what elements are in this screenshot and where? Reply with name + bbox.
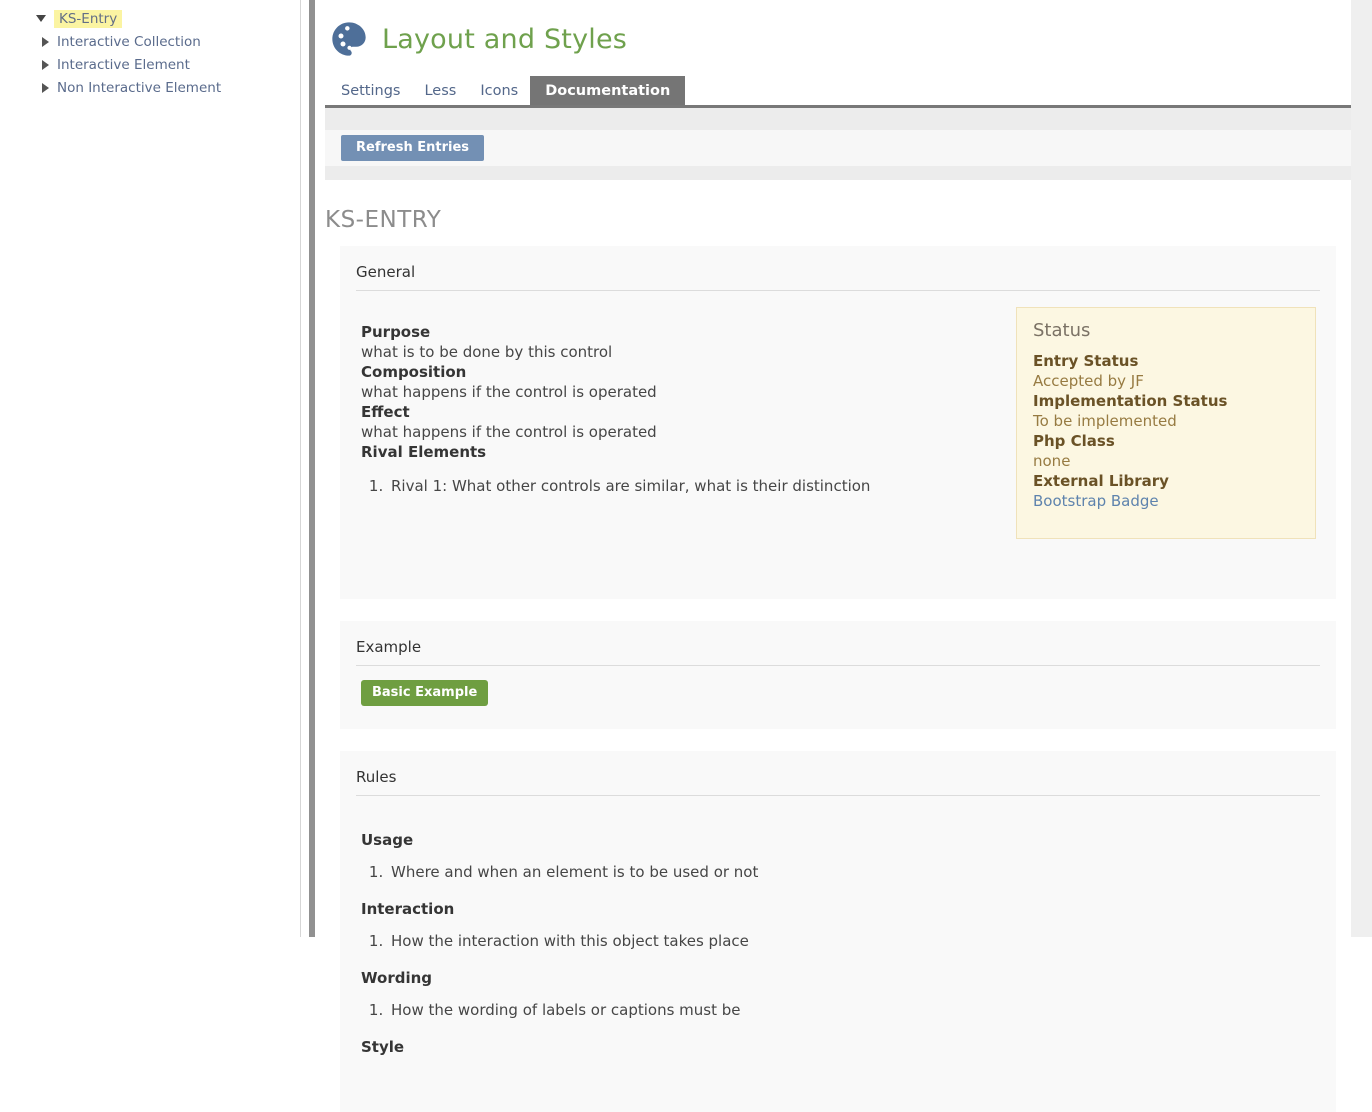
entry-section-title: KS-ENTRY bbox=[325, 207, 1351, 233]
rules-panel: Rules Usage Where and when an element is… bbox=[340, 751, 1336, 1112]
caret-right-icon[interactable] bbox=[42, 60, 49, 70]
rule-value-interaction: How the interaction with this object tak… bbox=[361, 931, 1320, 951]
example-panel-heading: Example bbox=[356, 638, 1320, 656]
tree-item-label[interactable]: KS-Entry bbox=[54, 10, 122, 28]
palette-icon bbox=[329, 19, 369, 59]
interaction-rule-list: How the interaction with this object tak… bbox=[361, 931, 1320, 951]
tab-settings[interactable]: Settings bbox=[329, 78, 412, 105]
usage-rule-list: Where and when an element is to be used … bbox=[361, 862, 1320, 882]
rules-panel-heading: Rules bbox=[356, 768, 1320, 786]
tree-item-label[interactable]: Interactive Collection bbox=[57, 34, 201, 50]
rule-item: Where and when an element is to be used … bbox=[388, 862, 1320, 882]
status-value-php-class: none bbox=[1033, 451, 1299, 471]
rule-label-style: Style bbox=[361, 1037, 1320, 1057]
sidebar: KS-Entry Interactive Collection Interact… bbox=[0, 0, 301, 937]
rival-element-item: Rival 1: What other controls are similar… bbox=[388, 476, 1016, 496]
general-panel: General Purpose what is to be done by th… bbox=[340, 246, 1336, 599]
external-library-link[interactable]: Bootstrap Badge bbox=[1033, 492, 1159, 510]
status-label-external-library: External Library bbox=[1033, 471, 1299, 491]
field-label-rival-elements: Rival Elements bbox=[361, 442, 1016, 462]
tree-item-interactive-element[interactable]: Interactive Element bbox=[0, 53, 300, 76]
example-panel: Example Basic Example bbox=[340, 621, 1336, 729]
rule-value-usage: Where and when an element is to be used … bbox=[361, 862, 1320, 882]
general-fields: Purpose what is to be done by this contr… bbox=[356, 322, 1016, 564]
tab-less[interactable]: Less bbox=[412, 78, 468, 105]
status-label-implementation-status: Implementation Status bbox=[1033, 391, 1299, 411]
tree-item-non-interactive-element[interactable]: Non Interactive Element bbox=[0, 76, 300, 99]
rule-item: How the wording of labels or captions mu… bbox=[388, 1000, 1320, 1020]
tab-bar: Settings Less Icons Documentation bbox=[325, 76, 1351, 108]
rule-item: How the interaction with this object tak… bbox=[388, 931, 1320, 951]
status-callout: Status Entry Status Accepted by JF Imple… bbox=[1016, 307, 1316, 539]
tree-item-ks-entry[interactable]: KS-Entry bbox=[0, 7, 300, 30]
panel-divider bbox=[356, 665, 1320, 666]
general-panel-body: Purpose what is to be done by this contr… bbox=[356, 291, 1320, 579]
status-label-entry-status: Entry Status bbox=[1033, 351, 1299, 371]
rule-label-wording: Wording bbox=[361, 968, 1320, 988]
entry-tree: KS-Entry Interactive Collection Interact… bbox=[0, 7, 300, 99]
main-content: Layout and Styles Settings Less Icons Do… bbox=[325, 0, 1372, 937]
sidebar-splitter-handle[interactable] bbox=[309, 0, 315, 937]
field-value-rival-elements: Rival 1: What other controls are similar… bbox=[361, 476, 1016, 496]
splitter-gutter bbox=[301, 0, 325, 937]
rival-elements-list: Rival 1: What other controls are similar… bbox=[361, 476, 1016, 496]
field-value-effect: what happens if the control is operated bbox=[361, 422, 1016, 442]
toolbar: Refresh Entries bbox=[325, 130, 1351, 166]
page-right-gutter bbox=[1351, 0, 1372, 937]
field-value-purpose: what is to be done by this control bbox=[361, 342, 1016, 362]
tree-item-label[interactable]: Interactive Element bbox=[57, 57, 190, 73]
field-label-purpose: Purpose bbox=[361, 322, 1016, 342]
status-value-entry-status: Accepted by JF bbox=[1033, 371, 1299, 391]
status-value-external-library: Bootstrap Badge bbox=[1033, 491, 1299, 511]
rule-label-usage: Usage bbox=[361, 830, 1320, 850]
field-value-composition: what happens if the control is operated bbox=[361, 382, 1016, 402]
caret-down-icon[interactable] bbox=[36, 15, 46, 22]
status-label-php-class: Php Class bbox=[1033, 431, 1299, 451]
general-panel-heading: General bbox=[356, 263, 1320, 281]
panel-divider bbox=[356, 795, 1320, 796]
app-window: KS-Entry Interactive Collection Interact… bbox=[0, 0, 1372, 937]
caret-right-icon[interactable] bbox=[42, 37, 49, 47]
status-fields: Entry Status Accepted by JF Implementati… bbox=[1033, 351, 1299, 511]
refresh-entries-button[interactable]: Refresh Entries bbox=[341, 135, 484, 161]
field-label-effect: Effect bbox=[361, 402, 1016, 422]
status-value-implementation-status: To be implemented bbox=[1033, 411, 1299, 431]
wording-rule-list: How the wording of labels or captions mu… bbox=[361, 1000, 1320, 1020]
rule-label-interaction: Interaction bbox=[361, 899, 1320, 919]
tree-item-interactive-collection[interactable]: Interactive Collection bbox=[0, 30, 300, 53]
toolbar-container: Refresh Entries bbox=[325, 108, 1351, 180]
status-heading: Status bbox=[1033, 320, 1299, 341]
rule-value-wording: How the wording of labels or captions mu… bbox=[361, 1000, 1320, 1020]
rules-list: Usage Where and when an element is to be… bbox=[356, 811, 1320, 1077]
tab-icons[interactable]: Icons bbox=[468, 78, 530, 105]
tab-documentation[interactable]: Documentation bbox=[530, 76, 685, 105]
tree-item-label[interactable]: Non Interactive Element bbox=[57, 80, 221, 96]
basic-example-badge[interactable]: Basic Example bbox=[361, 680, 488, 706]
page-title: Layout and Styles bbox=[382, 24, 627, 55]
field-label-composition: Composition bbox=[361, 362, 1016, 382]
caret-right-icon[interactable] bbox=[42, 83, 49, 93]
page-header: Layout and Styles bbox=[325, 0, 1351, 59]
